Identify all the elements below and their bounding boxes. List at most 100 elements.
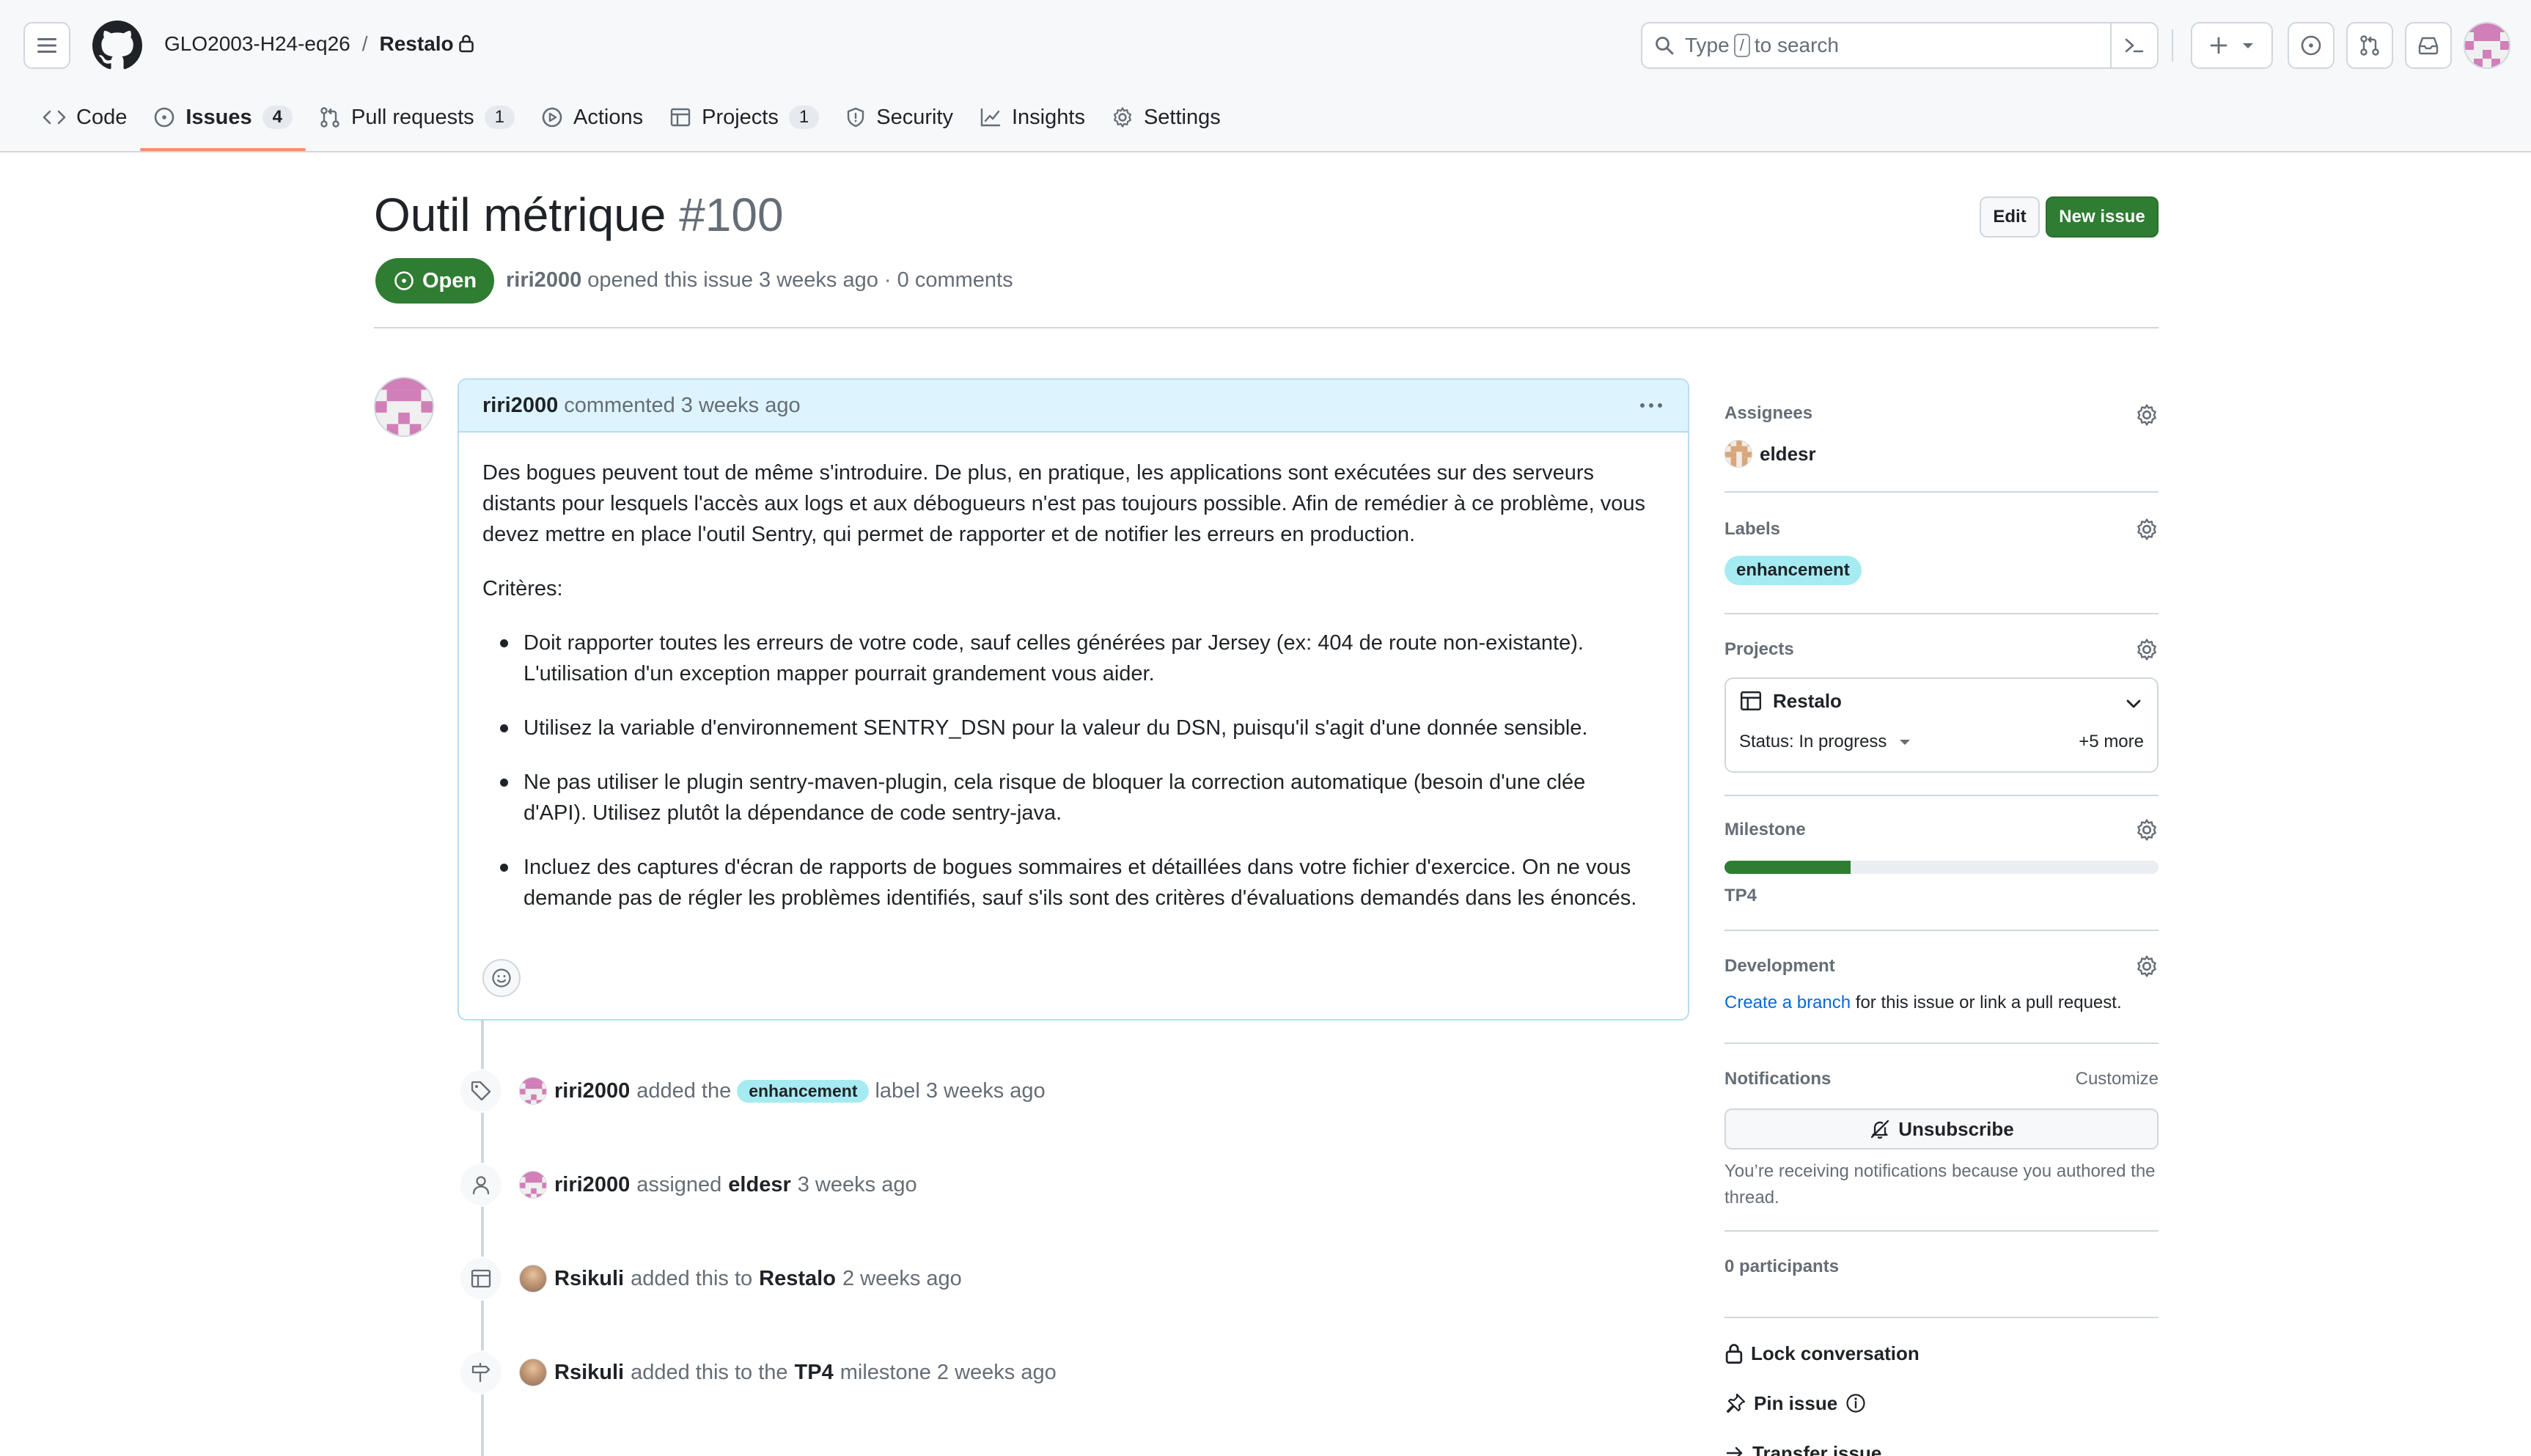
sidebar-divider: [1724, 491, 2159, 493]
status-label: Open: [422, 268, 477, 293]
unsubscribe-button[interactable]: Unsubscribe: [1724, 1108, 2159, 1150]
menu-button[interactable]: [23, 22, 70, 69]
event-target-link[interactable]: eldesr: [728, 1173, 790, 1197]
comment-timestamp[interactable]: commented 3 weeks ago: [564, 394, 800, 418]
issue-meta: riri2000 opened this issue 3 weeks ago ·…: [506, 268, 1013, 293]
event-target-link[interactable]: Restalo: [759, 1267, 836, 1291]
tab-settings[interactable]: Settings: [1098, 98, 1234, 136]
terminal-icon: [2125, 38, 2144, 53]
search-icon: [1656, 37, 1674, 55]
labels-settings-button[interactable]: [2135, 518, 2159, 545]
repo-name: Restalo: [379, 32, 454, 55]
comment-options-button[interactable]: [1638, 394, 1664, 422]
comment-author-avatar[interactable]: [374, 377, 434, 437]
customize-notifications-link[interactable]: Customize: [2076, 1069, 2159, 1089]
sidebar-projects: Projects Restalo Status: In progress +5 …: [1724, 638, 2159, 773]
gear-icon: [1113, 107, 1131, 128]
tab-label: Code: [76, 105, 128, 129]
inbox-button[interactable]: [2405, 22, 2452, 69]
tab-code[interactable]: Code: [29, 98, 140, 136]
search-input[interactable]: Type / to search: [1641, 22, 2159, 69]
project-card[interactable]: Restalo Status: In progress +5 more: [1724, 677, 2159, 773]
shield-icon: [848, 107, 864, 128]
sidebar-divider: [1724, 930, 2159, 931]
tab-label: Issues: [185, 105, 252, 129]
event-text: milestone 2 weeks ago: [840, 1360, 1057, 1384]
sidebar-divider: [1724, 613, 2159, 614]
event-actor-link[interactable]: riri2000: [554, 1079, 630, 1103]
search-shortcut-key: /: [1733, 34, 1750, 57]
projects-settings-button[interactable]: [2135, 638, 2159, 665]
milestone-name[interactable]: TP4: [1724, 886, 2159, 906]
sidebar-divider: [1724, 1230, 2159, 1232]
assignees-settings-button[interactable]: [2135, 403, 2159, 430]
tab-security[interactable]: Security: [832, 98, 966, 136]
avatar[interactable]: [519, 1358, 547, 1386]
search-placeholder-suffix: to search: [1754, 34, 1839, 56]
new-issue-button[interactable]: New issue: [2046, 196, 2159, 238]
list-item: Incluez des captures d'écran de rapports…: [482, 852, 1664, 913]
sidebar-section-title: Development: [1724, 956, 1835, 976]
create-branch-link[interactable]: Create a branch: [1724, 993, 1851, 1012]
tab-label: Projects: [702, 105, 779, 129]
timeline-event-labeled: riri2000 added the enhancement label 3 w…: [459, 1067, 1046, 1114]
breadcrumb-repo-link[interactable]: Restalo: [380, 32, 474, 56]
label-badge[interactable]: enhancement: [1724, 556, 1862, 585]
sidebar-section-title: Labels: [1724, 519, 1781, 539]
command-palette-button[interactable]: [2110, 23, 2157, 67]
label-badge[interactable]: enhancement: [737, 1079, 870, 1103]
edit-button[interactable]: Edit: [1980, 196, 2040, 238]
hamburger-icon: [37, 38, 56, 53]
event-text: added this to the: [631, 1360, 788, 1384]
event-actor-link[interactable]: riri2000: [554, 1173, 630, 1197]
event-target-link[interactable]: TP4: [795, 1361, 834, 1385]
pin-issue-button[interactable]: Pin issue: [1724, 1389, 2159, 1418]
issue-opened-icon: [394, 271, 414, 290]
arrow-right-icon: [1726, 1446, 1743, 1456]
identicon-avatar-icon: [1725, 441, 1752, 467]
timeline-event-assigned: riri2000 assigned eldesr 3 weeks ago: [459, 1161, 917, 1208]
project-expand-button[interactable]: [2123, 694, 2144, 718]
event-actor-link[interactable]: Rsikuli: [554, 1267, 624, 1291]
transfer-issue-button[interactable]: Transfer issue: [1724, 1438, 2159, 1456]
tab-pull-requests[interactable]: Pull requests 1: [306, 98, 528, 136]
event-icon: [459, 1257, 503, 1301]
project-more-fields[interactable]: +5 more: [2079, 732, 2144, 752]
issue-opened-icon: [2301, 35, 2321, 56]
smiley-icon: [492, 968, 511, 988]
gear-icon: [2137, 404, 2156, 426]
breadcrumb-owner-link[interactable]: GLO2003-H24-eq26: [164, 32, 350, 56]
graph-icon: [980, 108, 1001, 127]
avatar[interactable]: [519, 1265, 547, 1293]
project-status: Status: In progress: [1739, 732, 1887, 751]
title-divider: [374, 327, 2159, 328]
tab-actions[interactable]: Actions: [528, 98, 656, 136]
project-status-dropdown[interactable]: Status: In progress: [1739, 732, 1911, 752]
tab-insights[interactable]: Insights: [966, 98, 1098, 136]
issues-button[interactable]: [2288, 22, 2335, 69]
avatar[interactable]: [519, 1171, 547, 1199]
identicon-avatar-icon: [375, 378, 433, 435]
avatar[interactable]: [519, 1077, 547, 1105]
add-reaction-button[interactable]: [482, 959, 521, 997]
event-text: label 3 weeks ago: [875, 1078, 1046, 1103]
issue-author-link[interactable]: riri2000: [506, 268, 581, 292]
assignee-item[interactable]: eldesr: [1724, 440, 2159, 468]
github-logo-icon[interactable]: [92, 21, 142, 70]
lock-conversation-button[interactable]: Lock conversation: [1724, 1339, 2159, 1368]
identicon-avatar-icon: [520, 1172, 546, 1198]
pull-requests-button[interactable]: [2346, 22, 2393, 69]
milestone-settings-button[interactable]: [2135, 818, 2159, 845]
project-title[interactable]: Restalo: [1739, 689, 1842, 713]
comment-author-link[interactable]: riri2000: [482, 394, 558, 418]
event-actor-link[interactable]: Rsikuli: [554, 1361, 624, 1385]
create-new-button[interactable]: [2191, 22, 2273, 69]
kebab-horizontal-icon: [1640, 403, 1662, 408]
sidebar-participants: 0 participants: [1724, 1257, 2159, 1286]
tab-issues[interactable]: Issues 4: [140, 98, 306, 151]
tab-projects[interactable]: Projects 1: [656, 98, 832, 136]
user-avatar[interactable]: [2464, 22, 2510, 69]
info-icon[interactable]: [1845, 1392, 1867, 1414]
pin-icon: [1726, 1393, 1746, 1413]
development-settings-button[interactable]: [2135, 955, 2159, 982]
